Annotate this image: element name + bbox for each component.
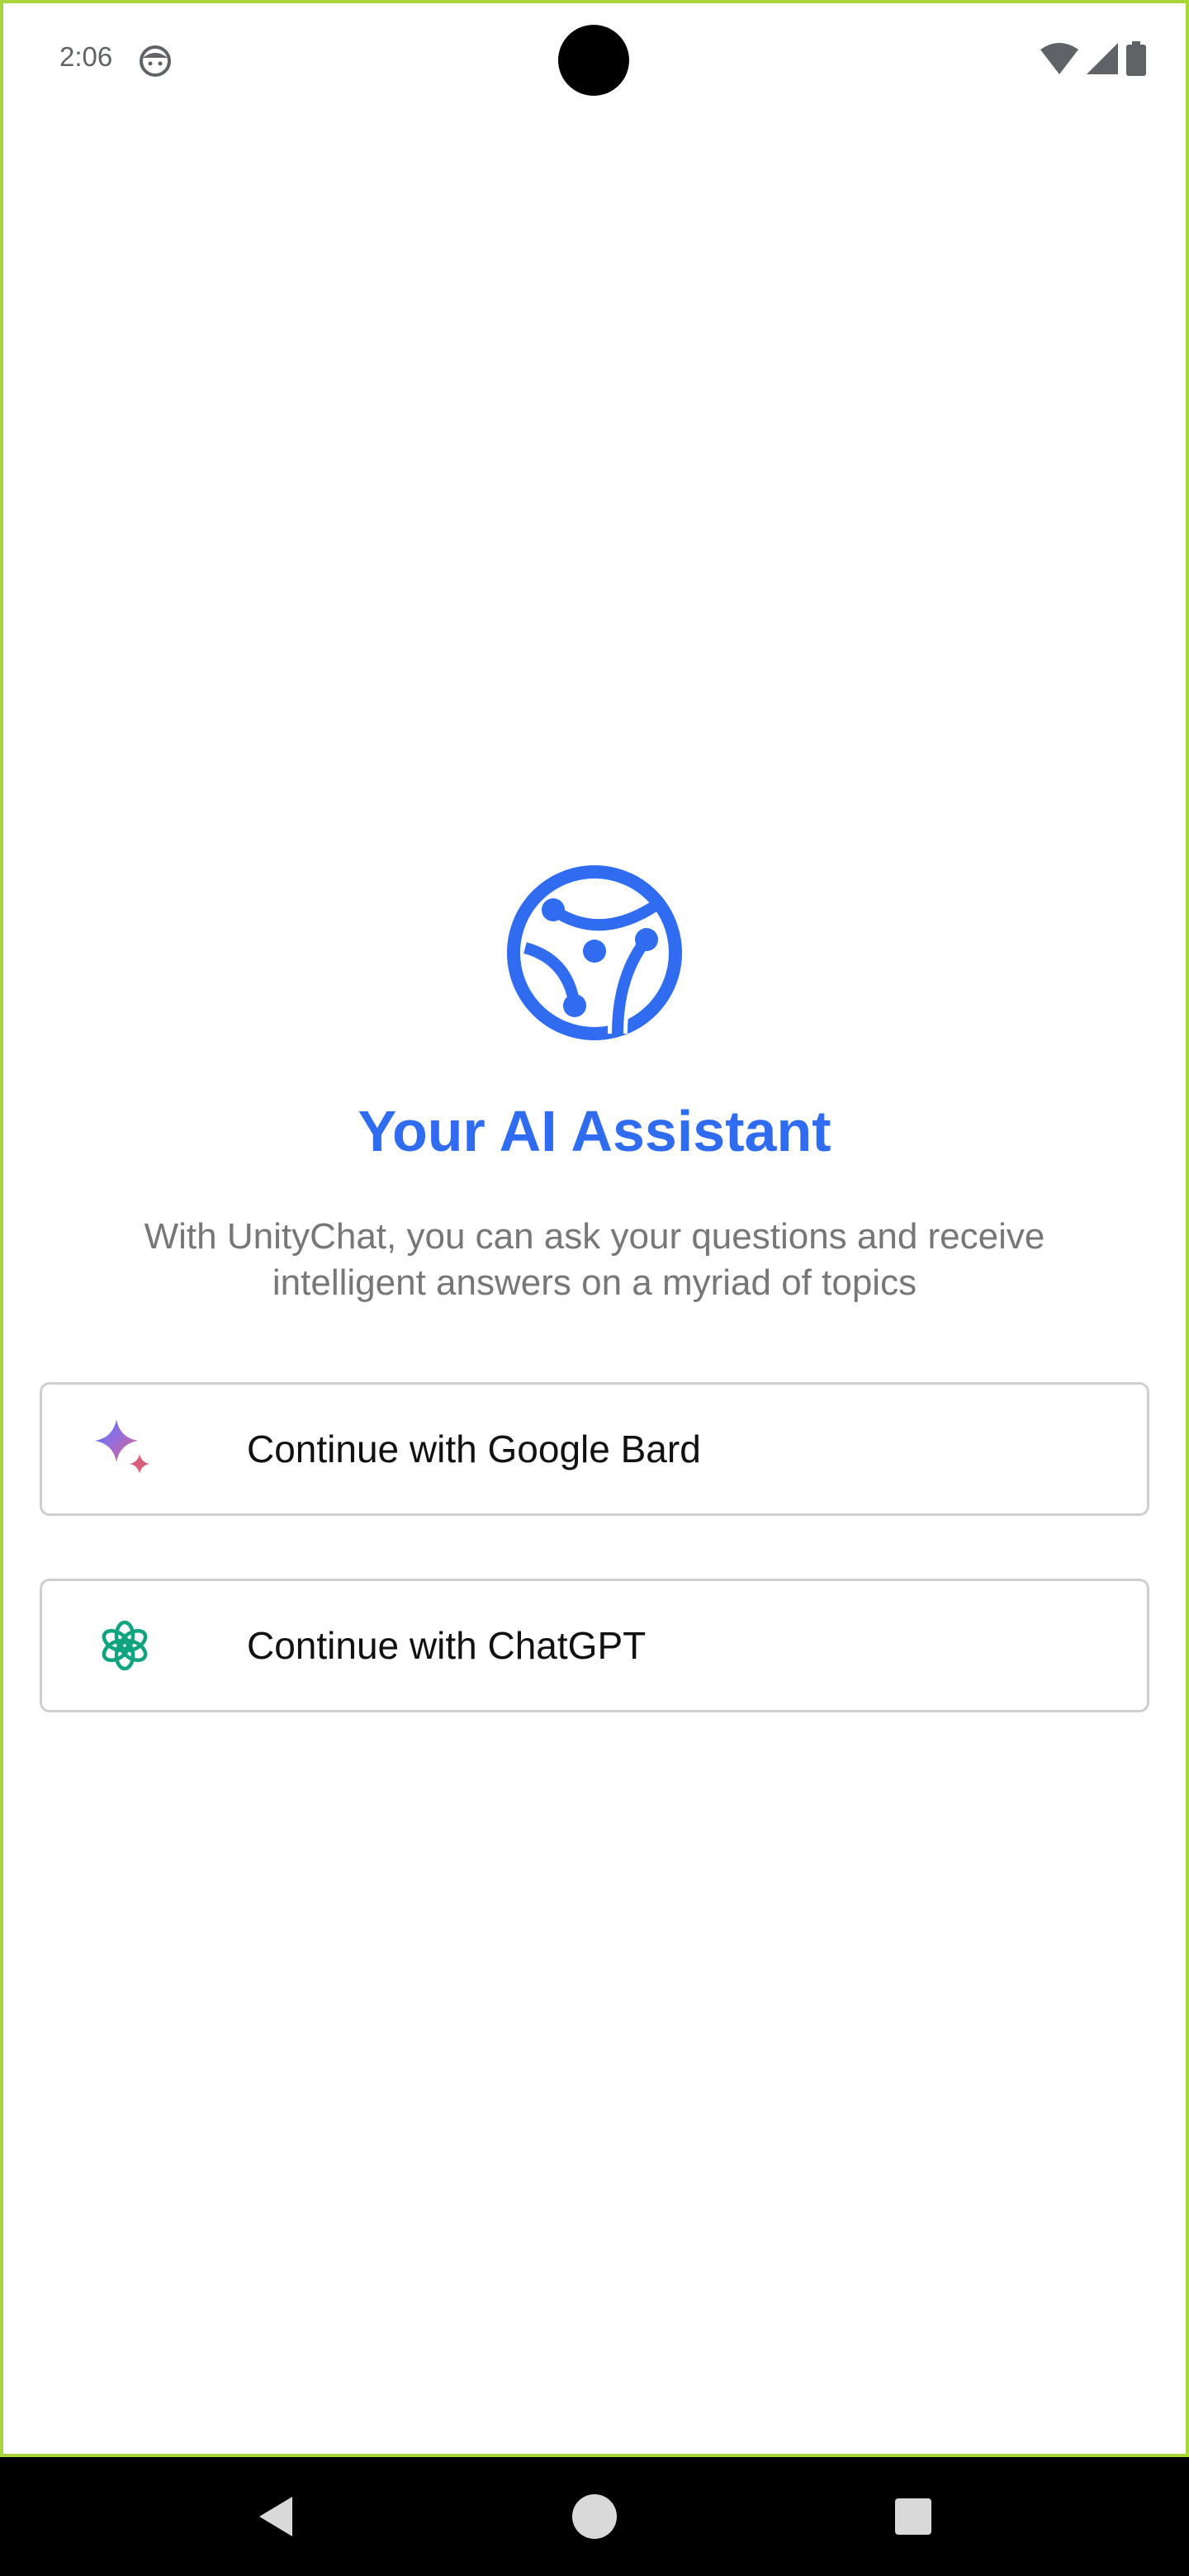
screen: 2:06 Your AI Assistant With UnityChat, y…	[0, 0, 1189, 2576]
hero-title: Your AI Assistant	[358, 1099, 831, 1163]
unitychat-logo-icon	[502, 860, 687, 1045]
google-bard-button-label: Continue with Google Bard	[247, 1428, 701, 1470]
continue-with-google-bard-button[interactable]: Continue with Google Bard	[40, 1382, 1149, 1516]
signal-icon	[1087, 42, 1118, 78]
chatgpt-button-label: Continue with ChatGPT	[247, 1624, 647, 1667]
navigation-bar	[0, 2457, 1189, 2576]
battery-icon	[1126, 40, 1146, 80]
wifi-icon	[1040, 42, 1078, 78]
camera-cutout	[558, 25, 629, 96]
status-time: 2:06	[59, 41, 113, 72]
status-bar: 2:06	[0, 0, 1189, 116]
google-bard-sparkle-icon	[92, 1416, 158, 1482]
recents-icon[interactable]	[883, 2487, 943, 2546]
back-icon[interactable]	[246, 2487, 306, 2546]
chatgpt-icon	[92, 1612, 158, 1679]
face-icon	[139, 45, 172, 78]
hero-subtitle: With UnityChat, you can ask your questio…	[144, 1216, 1045, 1303]
home-icon[interactable]	[565, 2487, 624, 2546]
status-icons	[1040, 40, 1146, 80]
continue-with-chatgpt-button[interactable]: Continue with ChatGPT	[40, 1579, 1149, 1712]
